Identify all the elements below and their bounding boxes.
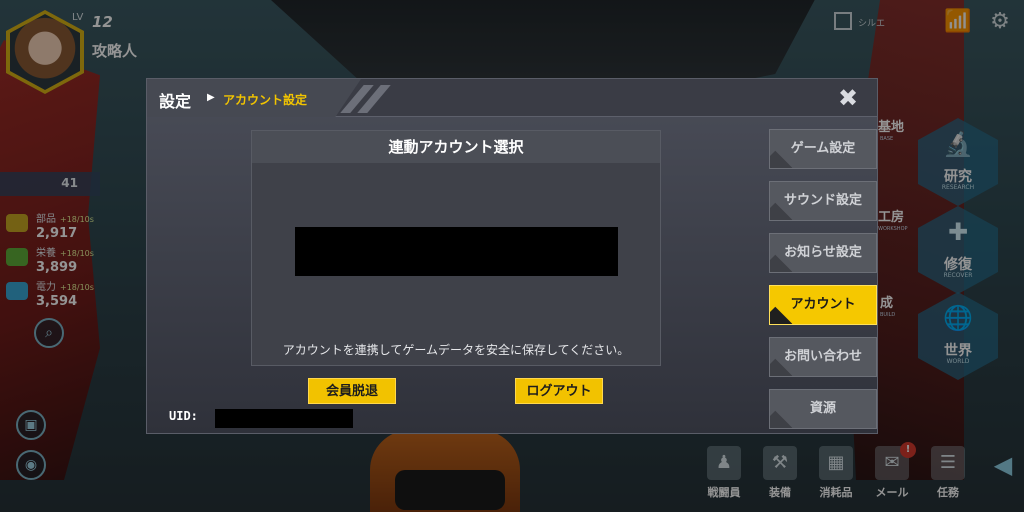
tab-game-settings[interactable]: ゲーム設定 bbox=[769, 129, 877, 169]
linked-account-panel: 連動アカウント選択 アカウントを連携してゲームデータを安全に保存してください。 bbox=[251, 130, 661, 366]
tab-notification-settings[interactable]: お知らせ設定 bbox=[769, 233, 877, 273]
tab-account[interactable]: アカウント bbox=[769, 285, 877, 325]
tab-label: ゲーム設定 bbox=[790, 141, 856, 156]
uid-redacted bbox=[215, 409, 353, 428]
tab-label: アカウント bbox=[790, 297, 856, 312]
dialog-title: 設定 bbox=[159, 92, 192, 111]
tab-label: 資源 bbox=[809, 401, 836, 416]
close-icon[interactable]: ✖ bbox=[835, 85, 861, 111]
breadcrumb: アカウント設定 bbox=[223, 93, 308, 107]
account-redacted bbox=[295, 227, 618, 276]
tab-label: お知らせ設定 bbox=[784, 245, 862, 260]
panel-title: 連動アカウント選択 bbox=[252, 131, 660, 163]
tab-label: サウンド設定 bbox=[783, 193, 862, 208]
breadcrumb-arrow-icon: ▶ bbox=[207, 92, 215, 103]
uid-label: UID: bbox=[169, 409, 198, 423]
tab-label: お問い合わせ bbox=[783, 349, 862, 364]
withdraw-button[interactable]: 会員脱退 bbox=[308, 378, 396, 404]
logout-button[interactable]: ログアウト bbox=[515, 378, 603, 404]
settings-dialog: 設定 ▶ アカウント設定 ✖ 連動アカウント選択 アカウントを連携してゲームデー… bbox=[146, 78, 878, 434]
dialog-header: 設定 ▶ アカウント設定 ✖ bbox=[147, 79, 877, 117]
tab-sound-settings[interactable]: サウンド設定 bbox=[769, 181, 877, 221]
account-note: アカウントを連携してゲームデータを安全に保存してください。 bbox=[282, 343, 630, 357]
tab-contact[interactable]: お問い合わせ bbox=[769, 337, 877, 377]
tab-resources[interactable]: 資源 bbox=[769, 389, 877, 429]
